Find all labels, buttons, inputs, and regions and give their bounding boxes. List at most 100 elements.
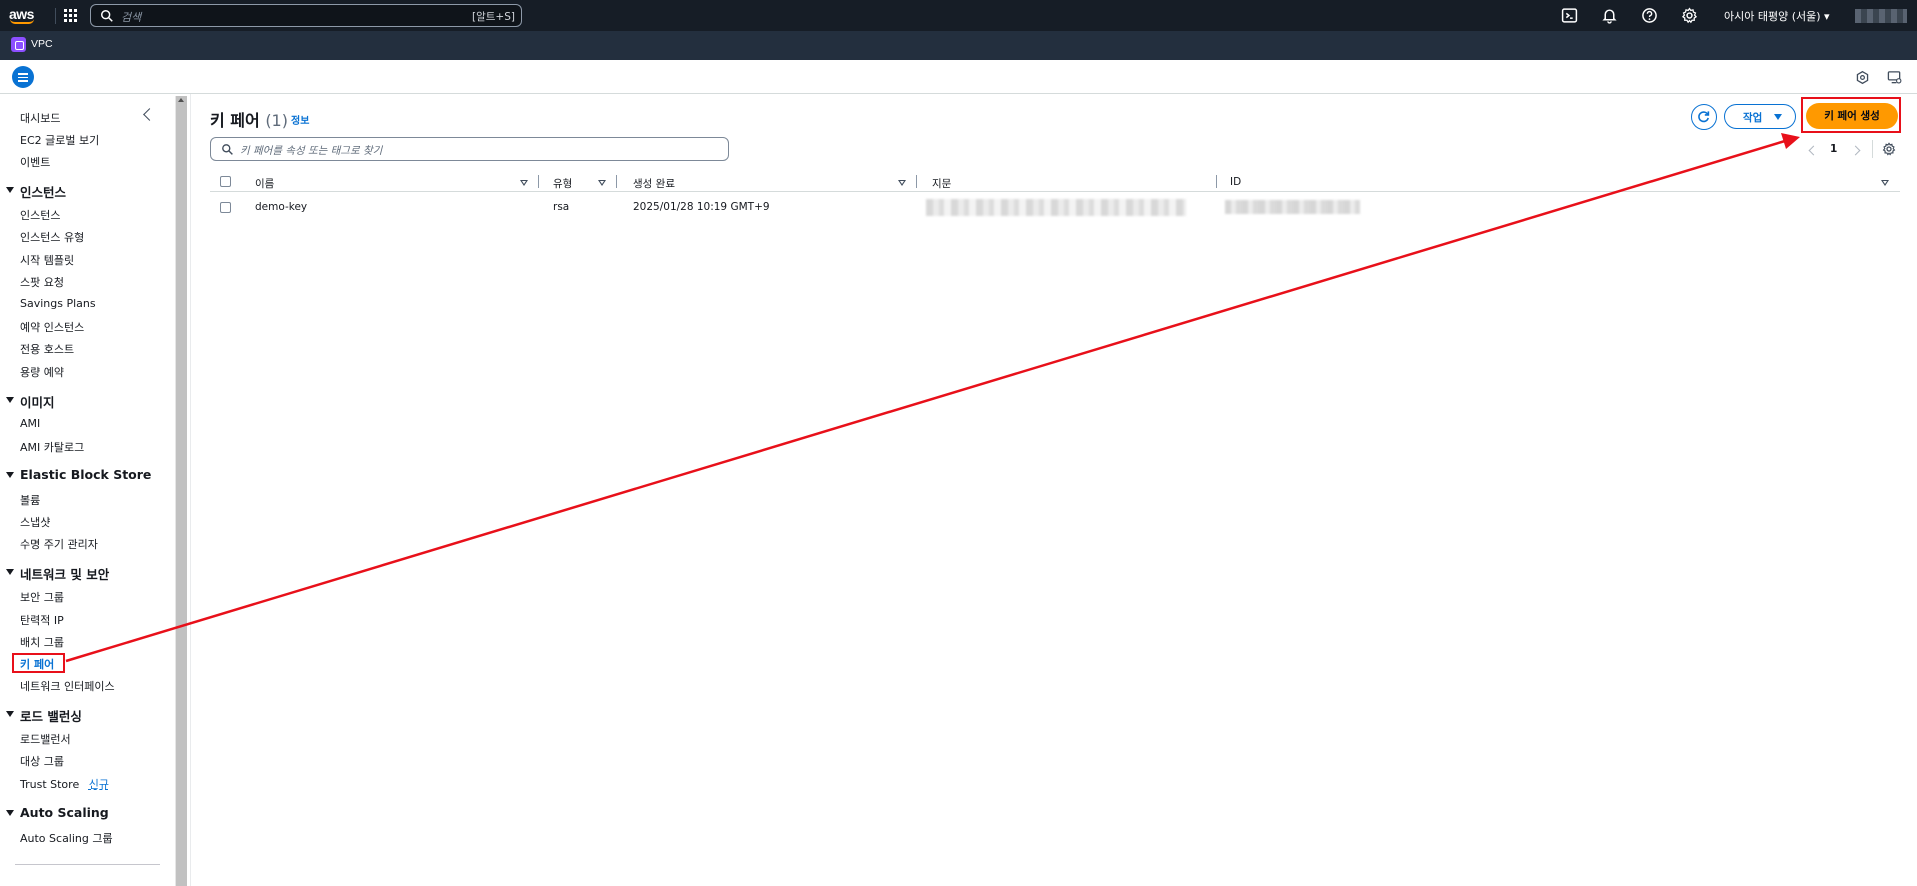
sidebar-item-instances[interactable]: 인스턴스 bbox=[20, 207, 60, 223]
service-shortcut-vpc[interactable]: VPC bbox=[31, 38, 53, 50]
sidebar-item-volumes[interactable]: 볼륨 bbox=[20, 492, 40, 508]
actions-label: 작업 bbox=[1743, 112, 1763, 124]
new-badge: 신규 bbox=[88, 778, 109, 791]
expand-caret-icon[interactable] bbox=[6, 569, 14, 575]
annotation-arrow bbox=[65, 133, 1800, 663]
scroll-up-arrow-icon[interactable] bbox=[178, 98, 184, 102]
sidebar-item-savings-plans[interactable]: Savings Plans bbox=[20, 297, 96, 310]
sidebar-item-ami[interactable]: AMI bbox=[20, 417, 40, 430]
display-settings-icon[interactable] bbox=[1887, 70, 1902, 85]
sidebar-item-dedicated-hosts[interactable]: 전용 호스트 bbox=[20, 341, 74, 357]
sidebar-item-trust-store[interactable]: Trust Store 신규 bbox=[20, 776, 109, 792]
cell-type: rsa bbox=[553, 201, 570, 213]
previous-page-icon[interactable] bbox=[1808, 145, 1819, 156]
cloudshell-icon[interactable] bbox=[1561, 7, 1578, 24]
sort-icon[interactable] bbox=[598, 180, 606, 186]
actions-dropdown-button[interactable]: 작업 bbox=[1724, 104, 1796, 129]
bell-icon[interactable] bbox=[1601, 7, 1618, 24]
trust-store-label: Trust Store bbox=[20, 778, 80, 791]
sidebar-item-events[interactable]: 이벤트 bbox=[20, 154, 50, 170]
region-selector[interactable]: 아시아 태평양 (서울) ▾ bbox=[1724, 8, 1830, 24]
column-header-fingerprint[interactable]: 지문 bbox=[932, 176, 951, 191]
sidebar-item-instance-types[interactable]: 인스턴스 유형 bbox=[20, 229, 84, 245]
top-navigation: aws 검색 [알트+S] 아시아 태평양 (서울) ▾ bbox=[0, 0, 1917, 31]
table-header: 이름 유형 생성 완료 지문 ID bbox=[210, 173, 1900, 192]
sidebar-item-ec2-global-view[interactable]: EC2 글로벌 보기 bbox=[20, 132, 99, 148]
annotation-highlight-create-button bbox=[1801, 97, 1901, 133]
sidebar-section-auto-scaling[interactable]: Auto Scaling bbox=[20, 805, 109, 820]
next-page-icon[interactable] bbox=[1850, 145, 1861, 156]
column-header-name[interactable]: 이름 bbox=[255, 176, 274, 191]
info-link[interactable]: 정보 bbox=[291, 112, 309, 127]
sidebar-item-spot-requests[interactable]: 스팟 요청 bbox=[20, 274, 64, 290]
refresh-button[interactable] bbox=[1691, 104, 1717, 130]
filter-placeholder: 키 페어를 속성 또는 태그로 찾기 bbox=[240, 145, 383, 157]
column-header-created[interactable]: 생성 완료 bbox=[633, 176, 675, 191]
services-menu-icon[interactable] bbox=[64, 9, 77, 22]
column-resizer[interactable] bbox=[1216, 175, 1217, 188]
column-resizer[interactable] bbox=[616, 175, 617, 188]
item-count: (1) bbox=[265, 111, 288, 130]
sidebar-item-ami-catalog[interactable]: AMI 카탈로그 bbox=[20, 439, 84, 455]
sidebar-section-instances[interactable]: 인스턴스 bbox=[20, 182, 66, 201]
sidebar-item-capacity-reservations[interactable]: 용량 예약 bbox=[20, 364, 64, 380]
sidebar-section-load-balancing[interactable]: 로드 밸런싱 bbox=[20, 706, 82, 725]
sidebar-section-network-security[interactable]: 네트워크 및 보안 bbox=[20, 564, 109, 583]
search-icon bbox=[101, 10, 113, 22]
divider bbox=[55, 8, 56, 24]
sort-icon[interactable] bbox=[1881, 180, 1889, 186]
account-menu[interactable] bbox=[1855, 9, 1907, 23]
select-all-checkbox[interactable] bbox=[220, 176, 231, 187]
sidebar-section-images[interactable]: 이미지 bbox=[20, 392, 55, 411]
console-subheader bbox=[0, 60, 1917, 94]
sidebar-item-load-balancers[interactable]: 로드밸런서 bbox=[20, 731, 71, 747]
search-placeholder: 검색 bbox=[121, 11, 142, 24]
aws-smile-icon bbox=[10, 19, 34, 24]
sidebar-item-elastic-ips[interactable]: 탄력적 IP bbox=[20, 612, 64, 628]
column-header-id[interactable]: ID bbox=[1230, 176, 1241, 188]
sidebar-item-snapshots[interactable]: 스냅샷 bbox=[20, 514, 50, 530]
sidebar-item-network-interfaces[interactable]: 네트워크 인터페이스 bbox=[20, 678, 115, 694]
expand-caret-icon[interactable] bbox=[6, 397, 14, 403]
sidebar-item-launch-templates[interactable]: 시작 템플릿 bbox=[20, 252, 74, 268]
sidebar-item-dashboard[interactable]: 대시보드 bbox=[20, 110, 60, 126]
expand-caret-icon[interactable] bbox=[6, 187, 14, 193]
expand-caret-icon[interactable] bbox=[6, 810, 14, 816]
preferences-gear-icon[interactable] bbox=[1882, 142, 1896, 156]
refresh-icon bbox=[1698, 111, 1710, 123]
search-icon bbox=[222, 144, 233, 155]
filter-search-input[interactable]: 키 페어를 속성 또는 태그로 찾기 bbox=[210, 137, 729, 161]
expand-caret-icon[interactable] bbox=[6, 472, 14, 478]
page-number[interactable]: 1 bbox=[1830, 143, 1837, 155]
sidebar-scrollbar[interactable] bbox=[175, 96, 187, 886]
gear-icon[interactable] bbox=[1681, 7, 1698, 24]
expand-caret-icon[interactable] bbox=[6, 711, 14, 717]
pagination-divider bbox=[1872, 140, 1873, 158]
sidebar-item-target-groups[interactable]: 대상 그룹 bbox=[20, 753, 64, 769]
page-title: 키 페어 (1) bbox=[210, 107, 288, 131]
sidebar-section-ebs[interactable]: Elastic Block Store bbox=[20, 467, 151, 482]
sidebar-item-auto-scaling-groups[interactable]: Auto Scaling 그룹 bbox=[20, 830, 113, 846]
sort-icon[interactable] bbox=[898, 180, 906, 186]
column-resizer[interactable] bbox=[916, 175, 917, 188]
notifications-settings-icon[interactable] bbox=[1855, 70, 1870, 85]
cell-fingerprint-redacted bbox=[926, 199, 1186, 216]
sidebar-item-lifecycle-manager[interactable]: 수명 주기 관리자 bbox=[20, 536, 98, 552]
cell-id-redacted bbox=[1225, 200, 1360, 214]
sort-icon[interactable] bbox=[520, 180, 528, 186]
hamburger-menu-icon[interactable] bbox=[12, 66, 34, 88]
column-header-type[interactable]: 유형 bbox=[553, 176, 572, 191]
sidebar-item-reserved-instances[interactable]: 예약 인스턴스 bbox=[20, 319, 84, 335]
service-bar: VPC bbox=[0, 31, 1917, 60]
cell-name[interactable]: demo-key bbox=[255, 201, 307, 213]
aws-logo[interactable]: aws bbox=[9, 4, 39, 28]
cell-created: 2025/01/28 10:19 GMT+9 bbox=[633, 201, 770, 213]
help-icon[interactable] bbox=[1641, 7, 1658, 24]
row-checkbox[interactable] bbox=[220, 202, 231, 213]
sidebar-item-placement-groups[interactable]: 배치 그룹 bbox=[20, 634, 64, 650]
vpc-service-icon bbox=[11, 37, 26, 52]
column-resizer[interactable] bbox=[538, 175, 539, 188]
search-shortcut: [알트+S] bbox=[472, 11, 515, 23]
sidebar-item-security-groups[interactable]: 보안 그룹 bbox=[20, 589, 64, 605]
global-search-input[interactable]: 검색 [알트+S] bbox=[90, 4, 522, 27]
